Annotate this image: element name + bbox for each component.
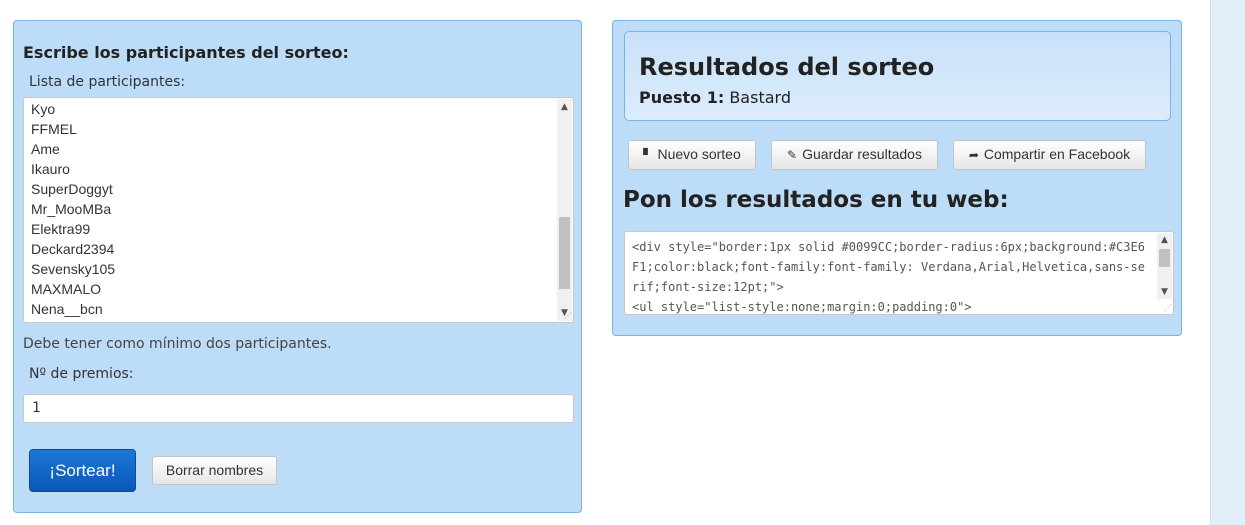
- participant-item: FFMEL: [31, 121, 77, 137]
- result-entry: Puesto 1: Bastard: [639, 88, 791, 107]
- new-draw-button[interactable]: ▘ Nuevo sorteo: [628, 140, 756, 170]
- participant-item: Mr_MooMBa: [31, 201, 112, 217]
- right-sidebar-strip: [1210, 0, 1245, 525]
- participant-item: SuperDoggyt: [31, 181, 113, 197]
- code-scroll-up-icon[interactable]: ▲: [1157, 233, 1172, 247]
- save-results-button[interactable]: ✎ Guardar resultados: [771, 140, 938, 170]
- participant-item: Ame: [31, 141, 60, 157]
- share-arrow-icon: ➦: [968, 148, 979, 162]
- participant-item: Elektra99: [31, 221, 91, 237]
- embed-code: <div style="border:1px solid #0099CC;bor…: [632, 240, 1145, 314]
- participant-item: Nena__bcn: [31, 301, 103, 317]
- participant-item: Kyo: [31, 101, 56, 117]
- code-scroll-thumb[interactable]: [1159, 249, 1170, 267]
- participants-textarea[interactable]: Kyo FFMEL Ame Ikauro SuperDoggyt Mr_MooMBa Ele…: [23, 97, 574, 323]
- new-draw-label: Nuevo sorteo: [657, 146, 741, 162]
- embed-title: Pon los resultados en tu web:: [623, 187, 1009, 213]
- participants-list-label: Lista de participantes:: [29, 74, 186, 90]
- share-facebook-button[interactable]: ➦ Compartir en Facebook: [953, 140, 1146, 170]
- code-scroll-down-icon[interactable]: ▼: [1157, 285, 1172, 299]
- results-panel: Resultados del sorteo Puesto 1: Bastard …: [612, 20, 1182, 336]
- participants-title: Escribe los participantes del sorteo:: [23, 43, 349, 62]
- participants-list: Kyo FFMEL Ame Ikauro SuperDoggyt Mr_MooMBa Ele…: [31, 99, 115, 319]
- scroll-up-arrow-icon[interactable]: ▲: [557, 99, 572, 115]
- file-icon: ▘: [643, 148, 653, 162]
- participant-item: Sevensky105: [31, 261, 116, 277]
- prizes-label: Nº de premios:: [29, 366, 134, 382]
- participant-item: MAXMALO: [31, 281, 102, 297]
- participants-scrollbar[interactable]: ▲ ▼: [557, 99, 572, 321]
- participants-panel: Escribe los participantes del sorteo: Li…: [13, 20, 582, 513]
- save-results-label: Guardar resultados: [802, 146, 922, 162]
- code-resize-grip-icon[interactable]: ⋰: [1162, 303, 1172, 313]
- edit-icon: ✎: [787, 148, 798, 162]
- result-winner: Bastard: [729, 88, 791, 107]
- minimum-participants-hint: Debe tener como mínimo dos participantes…: [23, 336, 332, 352]
- embed-code-scrollbar[interactable]: ▲ ▼: [1157, 233, 1172, 299]
- result-position-label: Puesto 1:: [639, 88, 725, 107]
- results-title: Resultados del sorteo: [639, 53, 935, 81]
- draw-button[interactable]: ¡Sortear!: [29, 449, 136, 492]
- prizes-input[interactable]: 1: [23, 394, 574, 423]
- results-box: Resultados del sorteo Puesto 1: Bastard: [624, 31, 1171, 121]
- embed-code-textarea[interactable]: <div style="border:1px solid #0099CC;bor…: [624, 231, 1174, 315]
- participants-scroll-thumb[interactable]: [559, 217, 570, 289]
- share-facebook-label: Compartir en Facebook: [983, 146, 1131, 162]
- participant-item: Deckard2394: [31, 241, 115, 257]
- participant-item: Ikauro: [31, 161, 70, 177]
- resize-grip-icon[interactable]: ⋰: [562, 311, 572, 321]
- clear-names-button[interactable]: Borrar nombres: [152, 456, 277, 485]
